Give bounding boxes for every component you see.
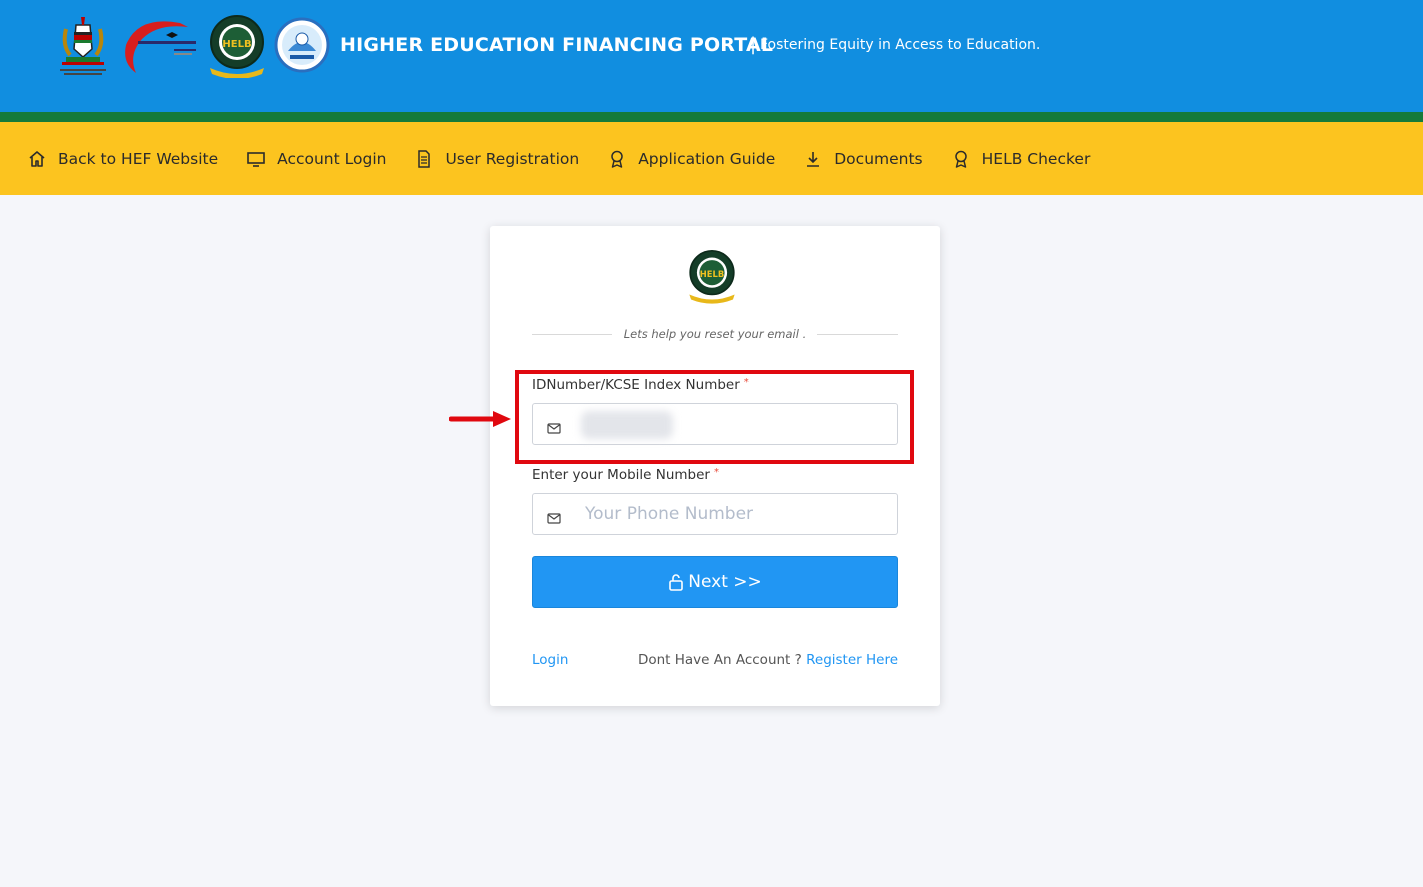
mobile-number-label: Enter your Mobile Number * — [532, 467, 719, 483]
award-icon — [951, 149, 971, 169]
register-here-link[interactable]: Register Here — [806, 652, 898, 668]
helb-logo: HELB — [210, 15, 264, 78]
nav-label: HELB Checker — [981, 149, 1091, 168]
kuccps-logo — [274, 17, 330, 73]
annotation-highlight-box — [515, 370, 914, 464]
download-icon — [803, 149, 823, 169]
svg-text:HELB: HELB — [700, 269, 724, 279]
mail-icon — [547, 509, 561, 528]
annotation-arrow-icon — [449, 411, 511, 427]
green-strip — [0, 112, 1423, 122]
mobile-number-label-text: Enter your Mobile Number — [532, 467, 710, 483]
title-separator: | — [750, 34, 757, 55]
nav-label: Documents — [834, 149, 923, 168]
hef-logo — [125, 21, 196, 73]
nav-user-registration[interactable]: User Registration — [414, 149, 579, 169]
nav-account-login[interactable]: Account Login — [246, 149, 386, 169]
nav-label: Back to HEF Website — [58, 149, 219, 168]
helb-card-logo: HELB — [689, 249, 735, 304]
mobile-number-input[interactable] — [585, 494, 885, 534]
main-nav: Back to HEF Website Account Login User R… — [0, 122, 1423, 195]
svg-text:HELB: HELB — [222, 39, 251, 50]
unlock-icon — [668, 573, 684, 591]
header-logos: HELB — [54, 14, 330, 78]
nav-label: User Registration — [445, 149, 580, 168]
award-icon — [607, 149, 627, 169]
required-marker: * — [713, 467, 719, 478]
nav-helb-checker[interactable]: HELB Checker — [951, 149, 1091, 169]
top-header: HELB HIGHER EDUCATION FINANCING PORTAL |… — [0, 0, 1423, 112]
nav-label: Account Login — [277, 149, 387, 168]
portal-title: HIGHER EDUCATION FINANCING PORTAL — [340, 34, 774, 56]
mobile-number-input-group[interactable] — [532, 493, 898, 535]
account-prompt-text: Dont Have An Account ? — [637, 652, 802, 668]
nav-application-guide[interactable]: Application Guide — [607, 149, 775, 169]
login-link[interactable]: Login — [532, 652, 568, 668]
next-button-label: Next >> — [688, 572, 762, 592]
next-button[interactable]: Next >> — [532, 556, 898, 608]
kenya-coat-of-arms-logo — [60, 17, 106, 75]
register-prompt: Dont Have An Account ? Register Here — [638, 652, 898, 668]
nav-label: Application Guide — [638, 149, 776, 168]
portal-tagline: Fostering Equity in Access to Education. — [760, 37, 1041, 53]
nav-documents[interactable]: Documents — [803, 149, 923, 169]
reset-email-card: HELB Lets help you reset your email . ID… — [490, 226, 940, 706]
monitor-icon — [246, 149, 266, 169]
home-icon — [27, 149, 47, 169]
document-icon — [414, 149, 434, 169]
form-subtitle: Lets help you reset your email . — [623, 327, 807, 341]
nav-back-to-hef-website[interactable]: Back to HEF Website — [27, 149, 218, 169]
